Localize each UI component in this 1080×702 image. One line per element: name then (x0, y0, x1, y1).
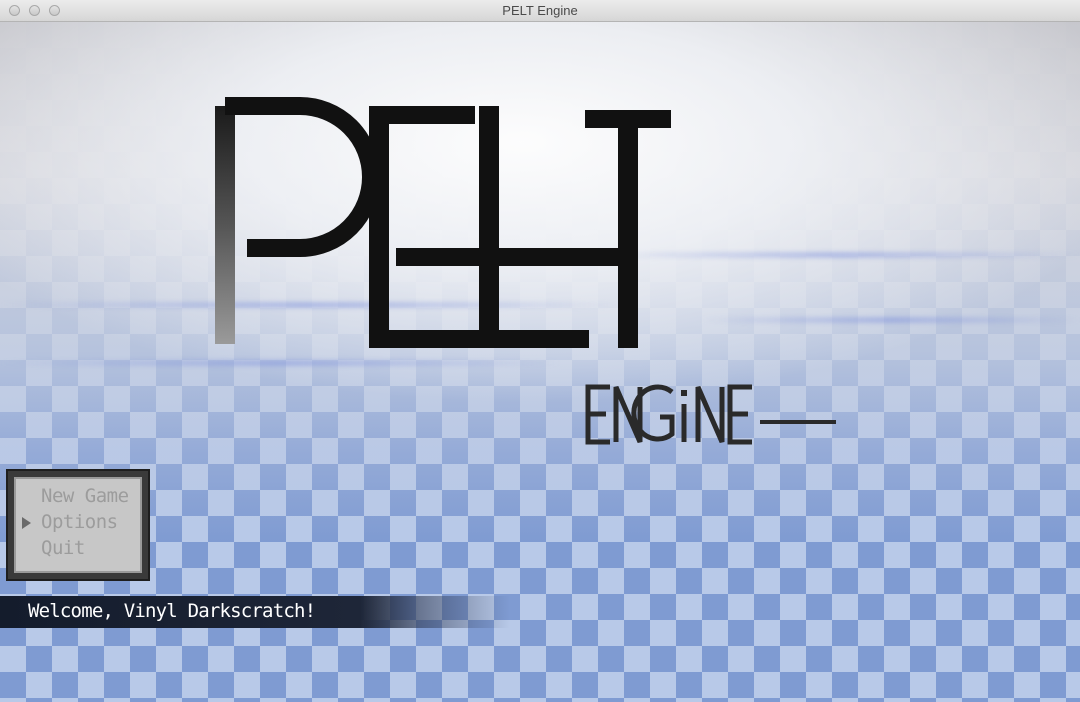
logo-letter-e (369, 106, 638, 348)
logo-letter-t (585, 110, 671, 348)
logo-letter-l (479, 106, 589, 348)
logo-letter-p (215, 97, 380, 344)
welcome-banner: Welcome, Vinyl Darkscratch! (0, 596, 510, 628)
app-window: PELT Engine New Game Options Quit Welcom… (0, 0, 1080, 702)
game-viewport[interactable]: New Game Options Quit Welcome, Vinyl Dar… (0, 22, 1080, 702)
logo-engine-word (585, 384, 836, 445)
welcome-message: Welcome, Vinyl Darkscratch! (28, 600, 316, 622)
menu-item-new-game[interactable]: New Game (41, 485, 129, 507)
main-menu: New Game Options Quit (6, 469, 150, 581)
window-title: PELT Engine (502, 3, 578, 18)
main-menu-panel: New Game Options Quit (14, 477, 142, 573)
selection-arrow-icon (22, 517, 31, 529)
title-bar: PELT Engine (0, 0, 1080, 22)
menu-item-options[interactable]: Options (41, 511, 118, 533)
menu-item-quit[interactable]: Quit (41, 537, 85, 559)
